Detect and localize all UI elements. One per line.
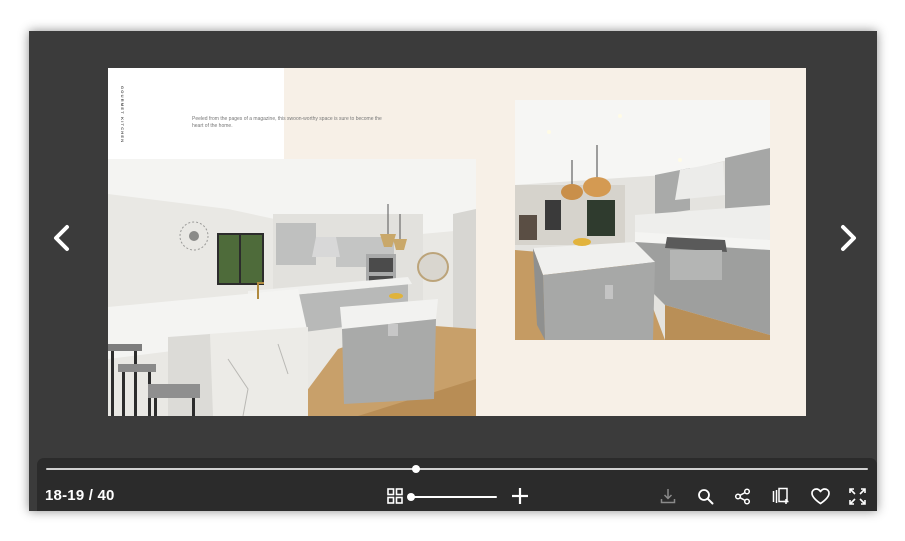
download-button[interactable] xyxy=(657,485,679,507)
fullscreen-button[interactable] xyxy=(846,485,868,507)
download-icon xyxy=(660,489,676,504)
spread-vertical-title: GOURMET KITCHEN xyxy=(120,86,125,144)
magazine-spread: GOURMET KITCHEN Peeled from the pages of… xyxy=(108,68,806,416)
favorite-button[interactable] xyxy=(809,485,831,507)
page-counter: 18-19 / 40 xyxy=(45,487,115,504)
share-button[interactable] xyxy=(731,485,753,507)
zoom-handle[interactable] xyxy=(407,493,415,501)
add-page-icon xyxy=(772,487,789,504)
add-page-button[interactable] xyxy=(770,485,792,507)
fullscreen-icon xyxy=(848,487,866,505)
spread-caption: Peeled from the pages of a magazine, thi… xyxy=(192,116,382,129)
search-icon xyxy=(697,488,713,504)
search-button[interactable] xyxy=(694,485,716,507)
kitchen-photo-left xyxy=(108,159,476,416)
previous-page-button[interactable] xyxy=(47,223,75,253)
kitchen-photo-right xyxy=(515,100,770,340)
zoom-in-icon xyxy=(512,488,528,504)
viewer-toolbar: 18-19 / 40 xyxy=(37,458,877,511)
title-panel: GOURMET KITCHEN xyxy=(108,68,284,159)
chevron-right-icon xyxy=(841,225,856,251)
chevron-left-icon xyxy=(54,225,69,251)
page-progress-slider[interactable] xyxy=(46,465,868,473)
next-page-button[interactable] xyxy=(835,223,863,253)
grid-icon xyxy=(387,488,403,504)
heart-icon xyxy=(810,487,830,504)
zoom-in-button[interactable] xyxy=(509,485,531,507)
zoom-slider[interactable] xyxy=(407,493,497,501)
share-icon xyxy=(734,487,750,505)
page-progress-handle[interactable] xyxy=(411,465,420,473)
thumbnails-button[interactable] xyxy=(384,485,406,507)
flipbook-viewer: GOURMET KITCHEN Peeled from the pages of… xyxy=(29,31,877,511)
